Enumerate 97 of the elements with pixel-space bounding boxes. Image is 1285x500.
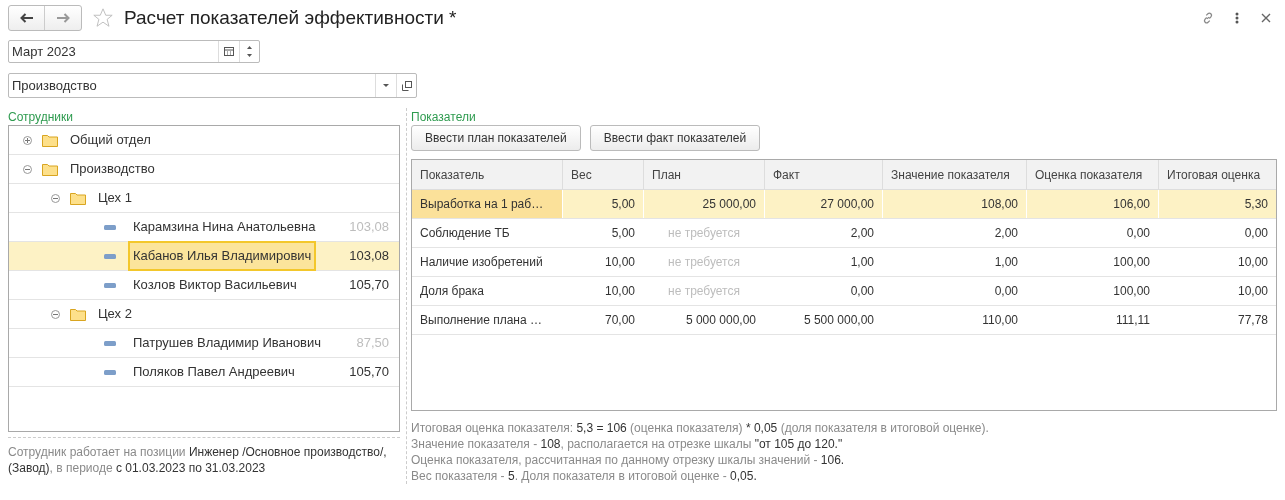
table-cell-text: Соблюдение ТБ — [419, 225, 511, 242]
employee-score: 87,50 — [356, 334, 389, 353]
link-icon[interactable] — [1201, 11, 1215, 25]
table-cell-text: 1,00 — [849, 254, 875, 271]
folder-icon — [42, 162, 58, 176]
table-cell: 27 000,00 — [765, 190, 883, 218]
table-cell-text: 5,00 — [610, 225, 636, 242]
table-cell-text: не требуется — [667, 254, 741, 271]
table-cell: Выработка на 1 раб… — [412, 190, 563, 218]
table-cell-text: 0,00 — [1243, 225, 1269, 242]
table-cell-text: 5 000 000,00 — [684, 312, 757, 329]
table-row[interactable]: Соблюдение ТБ 5,00 не требуется 2,00 2,00 0,00 0,00 — [412, 219, 1276, 248]
table-cell-text: 77,78 — [1236, 312, 1269, 329]
table-cell-text: 10,00 — [603, 283, 636, 300]
employee-name: Козлов Виктор Васильевич — [132, 276, 298, 295]
explanation-line: Вес показателя - 5. Доля показателя в итоговой оценке - 0,05. — [411, 468, 758, 484]
employees-label: Сотрудники — [8, 109, 74, 125]
person-icon — [104, 253, 116, 259]
column-header[interactable]: Итоговая оценка — [1159, 160, 1276, 189]
employee-position-note: Сотрудник работает на позиции Инженер /Основное производство/, (Завод), в периоде с 01.03.2023 по 31.03.2023 — [8, 444, 388, 476]
forward-arrow-icon — [56, 13, 70, 23]
table-cell: 5,30 — [1159, 190, 1276, 218]
table-cell-text: 0,00 — [849, 283, 875, 300]
table-cell-text: Доля брака — [419, 283, 485, 300]
employee-row[interactable]: Патрушев Владимир Иванович 87,50 — [9, 329, 399, 358]
person-icon — [104, 224, 116, 230]
tree-group-row[interactable]: Цех 2 — [9, 300, 399, 329]
table-cell-text: 2,00 — [849, 225, 875, 242]
table-cell-text: 10,00 — [1236, 283, 1269, 300]
indicators-label: Показатели — [411, 109, 477, 123]
employee-row[interactable]: Кабанов Илья Владимирович 103,08 — [9, 242, 399, 271]
employee-score: 105,70 — [349, 276, 389, 295]
table-cell: 108,00 — [883, 190, 1027, 218]
back-arrow-icon — [19, 13, 34, 23]
table-cell-text: не требуется — [667, 283, 741, 300]
employee-score: 105,70 — [349, 363, 389, 382]
more-icon[interactable] — [1235, 12, 1239, 24]
employee-score: 103,08 — [349, 218, 389, 237]
employee-name: Патрушев Владимир Иванович — [132, 334, 323, 353]
column-header[interactable]: Факт — [765, 160, 883, 189]
table-row[interactable]: Выработка на 1 раб… 5,00 25 000,00 27 000,00 108,00 106,00 5,30 — [412, 190, 1276, 219]
command-button[interactable]: Ввести факт показателей — [589, 125, 761, 151]
group-name: Цех 1 — [98, 189, 132, 208]
table-cell-text: 1,00 — [993, 254, 1019, 271]
table-cell: 106,00 — [1027, 190, 1159, 218]
employee-row[interactable]: Поляков Павел Андреевич 105,70 — [9, 358, 399, 387]
table-cell-text: 100,00 — [1112, 254, 1151, 271]
employee-row[interactable]: Козлов Виктор Васильевич 105,70 — [9, 271, 399, 300]
employee-name: Карамзина Нина Анатольевна — [132, 218, 317, 237]
column-header[interactable]: Вес — [563, 160, 644, 189]
tree-group-row[interactable]: Цех 1 — [9, 184, 399, 213]
window-title: Расчет показателей эффективности * — [124, 5, 457, 30]
person-icon — [104, 340, 116, 346]
table-row[interactable]: Наличие изобретений 10,00 не требуется 1,00 1,00 100,00 10,00 — [412, 248, 1276, 277]
explanation-line: Оценка показателя, рассчитанная по данному отрезку шкалы значений - 106. — [411, 452, 846, 468]
table-cell-text: 110,00 — [981, 312, 1019, 329]
table-cell-text: Наличие изобретений — [419, 254, 544, 271]
column-header[interactable]: Оценка показателя — [1027, 160, 1159, 189]
table-cell-text: 5 500 000,00 — [802, 312, 875, 329]
group-name: Цех 2 — [98, 305, 132, 324]
explanation-line: Итоговая оценка показателя: 5,3 = 106 (оценка показателя) * 0,05 (доля показателя в итоговой оценке). — [411, 420, 990, 436]
column-header[interactable]: Значение показателя — [883, 160, 1027, 189]
department-field[interactable]: Производство — [8, 73, 417, 98]
close-icon[interactable] — [1261, 13, 1271, 23]
table-cell-text: 100,00 — [1112, 283, 1151, 300]
table-cell-text: 10,00 — [603, 254, 636, 271]
table-cell-text: не требуется — [667, 225, 741, 242]
expand-icon[interactable] — [23, 135, 32, 145]
employee-score: 103,08 — [349, 247, 389, 266]
folder-icon — [42, 133, 58, 147]
person-icon — [104, 282, 116, 288]
explanation-line: Значение показателя - 108, располагается на отрезке шкалы "от 105 до 120." — [411, 436, 844, 452]
table-cell: 5,00 — [563, 190, 644, 218]
table-cell-text: Выполнение плана … — [419, 312, 543, 329]
tree-group-row[interactable]: Производство — [9, 155, 399, 184]
star-icon[interactable] — [92, 7, 114, 29]
table-cell-text: 0,00 — [1125, 225, 1151, 242]
folder-icon — [70, 307, 86, 321]
table-cell-text: 70,00 — [603, 312, 636, 329]
command-button[interactable]: Ввести план показателей — [411, 125, 581, 151]
table-row[interactable]: Выполнение плана … 70,00 5 000 000,00 5 500 000,00 110,00 111,11 77,78 — [412, 306, 1276, 335]
period-field[interactable]: Март 2023 — [8, 40, 260, 63]
employee-name: Поляков Павел Андреевич — [132, 363, 296, 382]
group-name: Производство — [70, 160, 155, 179]
table-cell-text: 10,00 — [1236, 254, 1269, 271]
employee-name: Кабанов Илья Владимирович — [128, 241, 317, 271]
folder-icon — [70, 191, 86, 205]
table-cell-text: 111,11 — [1114, 312, 1151, 329]
table-cell-text: 2,00 — [993, 225, 1019, 242]
column-header[interactable]: План — [644, 160, 765, 189]
table-row[interactable]: Доля брака 10,00 не требуется 0,00 0,00 100,00 10,00 — [412, 277, 1276, 306]
person-icon — [104, 369, 116, 375]
tree-group-row[interactable]: Общий отдел — [9, 126, 399, 155]
table-cell: 25 000,00 — [644, 190, 765, 218]
table-cell-text: 0,00 — [993, 283, 1019, 300]
column-header[interactable]: Показатель — [412, 160, 563, 189]
group-name: Общий отдел — [70, 131, 151, 150]
